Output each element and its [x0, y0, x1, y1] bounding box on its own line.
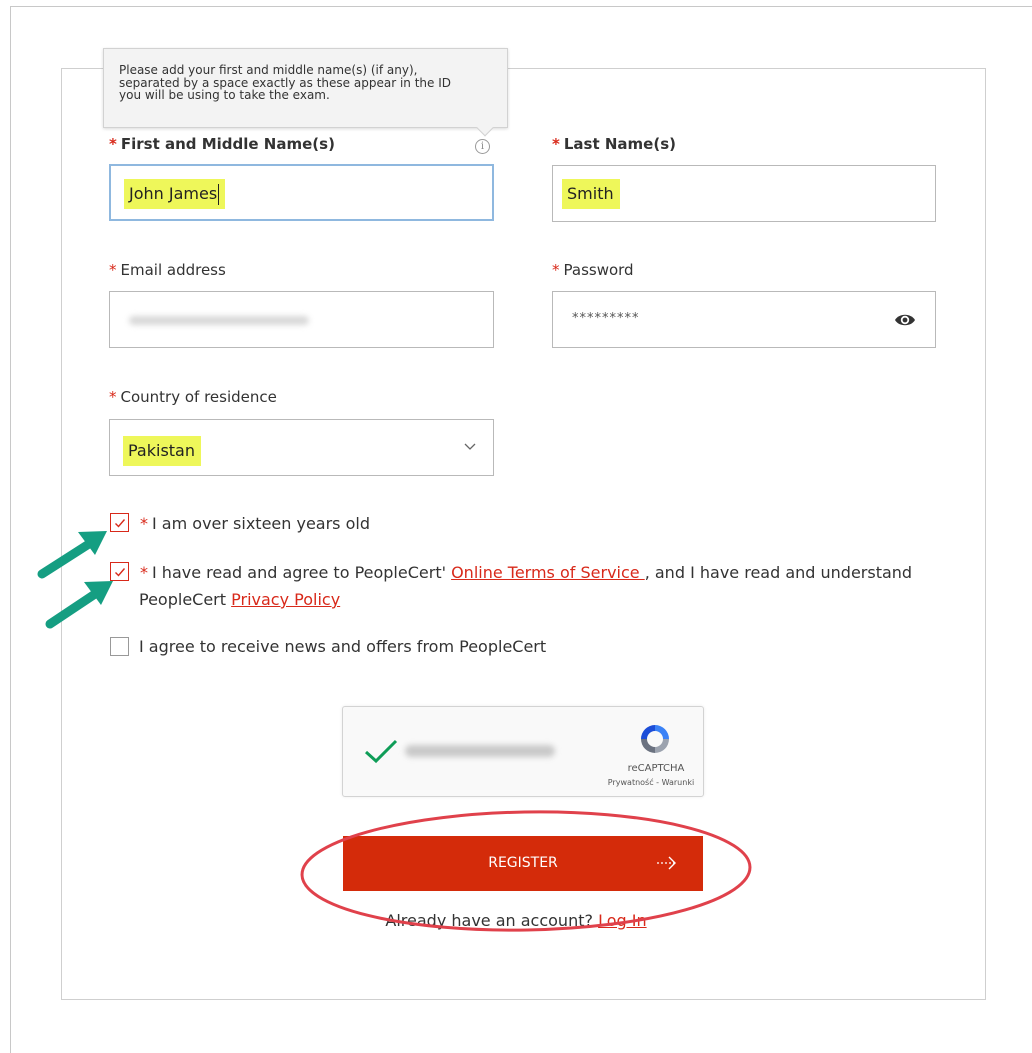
recaptcha-logo-icon [641, 725, 669, 753]
last-name-input[interactable]: Smith [552, 165, 936, 222]
required-marker: * [109, 388, 117, 406]
tooltip-line-1: Please add your first and middle name(s)… [119, 63, 418, 77]
country-label: * Country of residence [109, 388, 277, 406]
required-marker: * [552, 261, 560, 279]
arrow-right-icon [657, 856, 676, 870]
name-info-tooltip: Please add your first and middle name(s)… [103, 48, 508, 137]
news-checkbox[interactable] [110, 637, 129, 656]
password-masked-value: ********* [572, 311, 640, 326]
email-label: * Email address [109, 261, 226, 279]
first-name-value: John James [124, 179, 226, 209]
email-field[interactable] [109, 291, 494, 348]
privacy-policy-link[interactable]: Privacy Policy [231, 590, 340, 609]
age-checkbox[interactable] [110, 513, 129, 532]
text-caret [218, 184, 220, 205]
log-in-link[interactable]: Log In [598, 911, 647, 930]
required-marker: * [552, 135, 560, 153]
email-value-blurred [129, 316, 309, 325]
first-name-label: * First and Middle Name(s) [109, 135, 335, 153]
required-marker: * [109, 261, 117, 279]
info-icon[interactable]: i [475, 139, 490, 154]
eye-icon[interactable] [894, 312, 916, 328]
tooltip-line-3: you will be using to take the exam. [119, 88, 330, 102]
terms-checkbox-label-line2: PeopleCert Privacy Policy [139, 590, 341, 609]
recaptcha-widget[interactable]: reCAPTCHA Prywatność - Warunki [342, 706, 704, 797]
captcha-label-blurred [405, 745, 555, 757]
first-name-input[interactable]: John James [109, 164, 494, 221]
password-field[interactable]: ********* [552, 291, 936, 348]
required-marker: * [109, 135, 117, 153]
register-button[interactable]: REGISTER [343, 836, 703, 891]
country-selected-value: Pakistan [123, 436, 201, 466]
last-name-value: Smith [562, 179, 620, 209]
chevron-down-icon [464, 443, 476, 450]
terms-checkbox-label: * I have read and agree to PeopleCert' On… [140, 563, 913, 582]
country-select[interactable]: Pakistan [109, 419, 494, 476]
terms-of-service-link[interactable]: Online Terms of Service [451, 563, 645, 582]
news-checkbox-label: I agree to receive news and offers from … [139, 637, 547, 656]
password-label: * Password [552, 261, 634, 279]
last-name-label: * Last Name(s) [552, 135, 676, 153]
register-button-label: REGISTER [488, 855, 558, 871]
checkmark-icon [115, 519, 126, 528]
recaptcha-brand: reCAPTCHA [627, 763, 685, 774]
captcha-check-icon [364, 739, 398, 764]
age-checkbox-label: * I am over sixteen years old [140, 514, 370, 533]
checkmark-icon [115, 568, 126, 577]
login-prompt: Already have an account? Log In [385, 911, 647, 930]
recaptcha-terms-link[interactable]: Prywatność - Warunki [599, 778, 703, 787]
terms-checkbox[interactable] [110, 562, 129, 581]
